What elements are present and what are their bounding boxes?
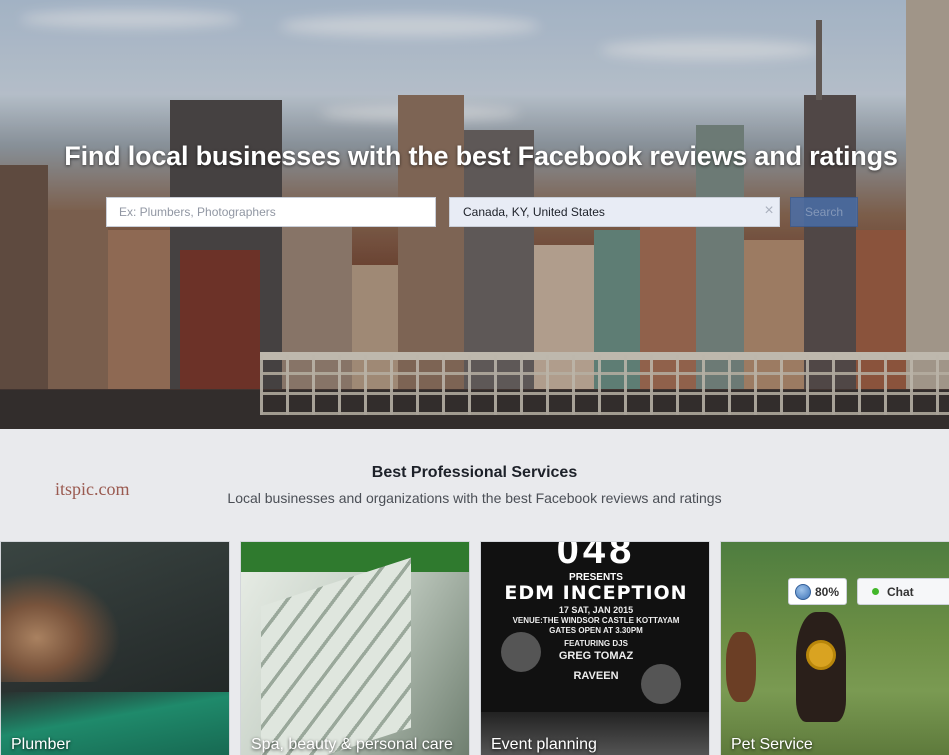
green-light: [241, 542, 469, 572]
progress-badge[interactable]: 80%: [788, 578, 847, 605]
location-input[interactable]: [449, 197, 780, 227]
hero-title: Find local businesses with the best Face…: [64, 141, 898, 171]
category-card-pet-service[interactable]: Pet Service: [720, 541, 949, 755]
section-title: Best Professional Services: [371, 464, 578, 481]
progress-label: 80%: [815, 584, 840, 599]
pipe-image: [1, 572, 121, 682]
bowl-image: [806, 640, 836, 670]
dog-image: [726, 632, 756, 702]
poster-title: EDM INCEPTION: [504, 582, 688, 604]
section-subtitle: Local businesses and organizations with …: [227, 490, 722, 506]
clear-icon[interactable]: ×: [762, 203, 776, 219]
poster-venue: VENUE:THE WINDSOR CASTLE KOTTAYAM: [512, 616, 680, 625]
category-card-event-planning[interactable]: 048 PRESENTS EDM INCEPTION 17 SAT, JAN 2…: [480, 541, 710, 755]
search-button[interactable]: Search: [790, 197, 858, 227]
shelves-image: [261, 557, 411, 755]
chat-label: Chat: [887, 584, 914, 599]
category-label: Pet Service: [731, 736, 813, 753]
category-label: Event planning: [491, 736, 597, 753]
online-status-icon: [872, 588, 879, 595]
category-card-plumber[interactable]: Plumber: [0, 541, 230, 755]
poster-date: 17 SAT, JAN 2015: [558, 605, 634, 615]
chat-tab[interactable]: Chat: [857, 578, 949, 605]
globe-icon: [795, 583, 811, 600]
category-label: Plumber: [11, 736, 71, 753]
search-input[interactable]: [106, 197, 436, 227]
poster-number: 048: [556, 541, 636, 572]
dj-photo: [501, 632, 541, 672]
category-label: Spa, beauty & personal care: [251, 736, 453, 753]
category-card-spa[interactable]: Spa, beauty & personal care: [240, 541, 470, 755]
dj-photo: [641, 664, 681, 704]
